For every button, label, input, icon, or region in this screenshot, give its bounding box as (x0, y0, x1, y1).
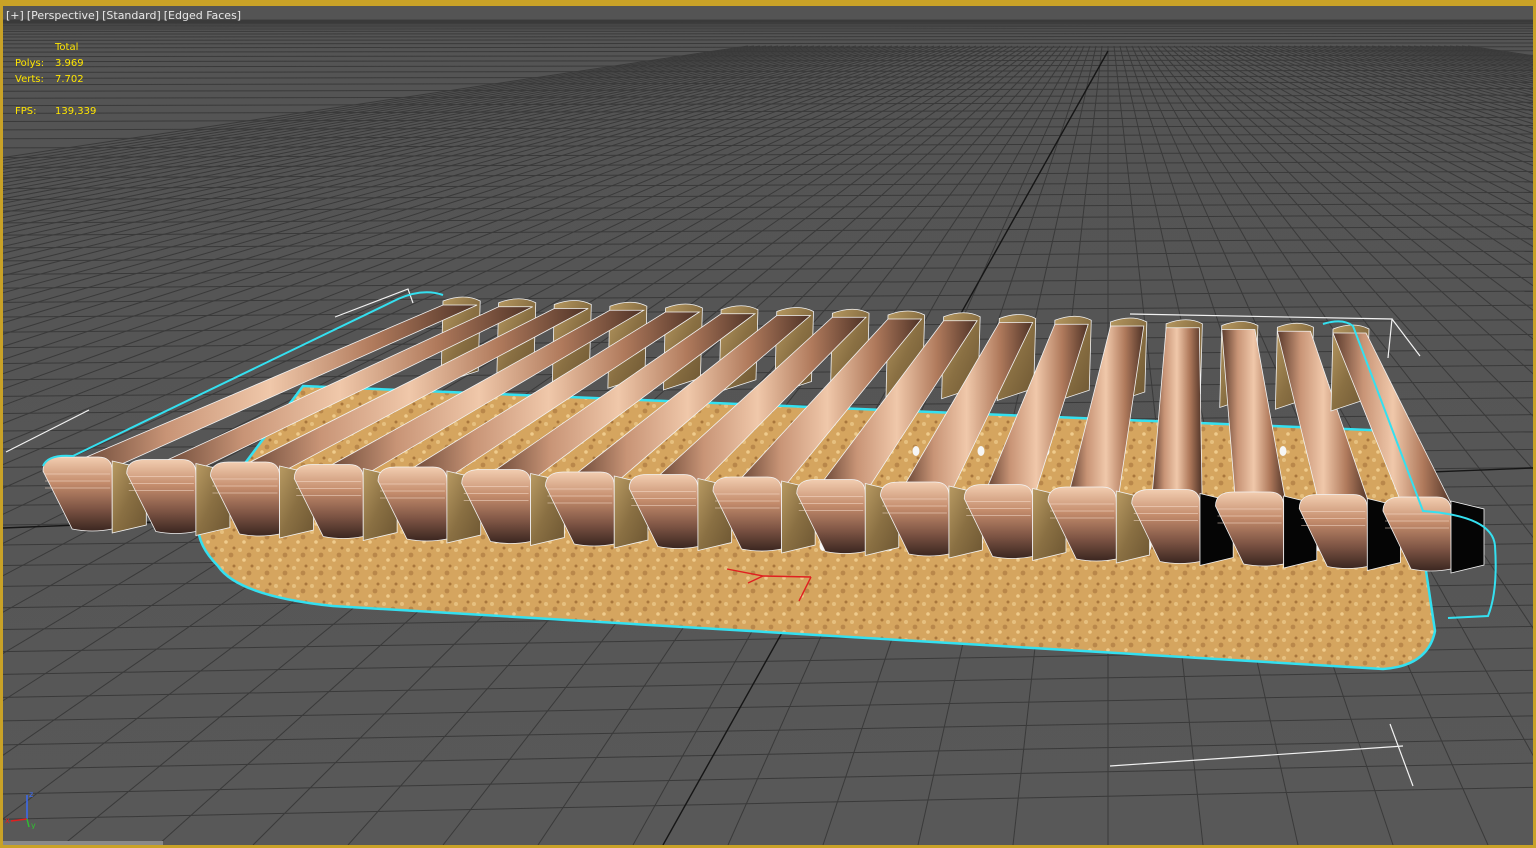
grid-line (1425, 45, 1533, 65)
fps-label: FPS: (15, 106, 37, 117)
polys-value: 3.969 (55, 58, 84, 69)
grid-line (1437, 45, 1533, 63)
grid-line (1467, 45, 1533, 57)
gizmo-z-label: z (29, 790, 33, 799)
viewport-menu-perspective[interactable]: [Perspective] (27, 9, 99, 22)
base-hole (912, 446, 920, 456)
axis-tripod-icon: z x y (5, 790, 36, 829)
verts-label: Verts: (15, 74, 44, 85)
perspective-viewport[interactable]: [+] [Perspective] [Standard] [Edged Faces] … (0, 0, 1536, 848)
grid-line (3, 669, 1533, 698)
viewport-menu-edged-faces[interactable]: [Edged Faces] (164, 9, 241, 22)
grid-line (3, 42, 1533, 45)
grid-line (3, 39, 1533, 41)
gizmo-x-label: x (5, 816, 10, 825)
grid-line (1449, 45, 1533, 60)
grid-line (1431, 45, 1533, 64)
viewport-scene[interactable] (3, 6, 1533, 845)
statistics-overlay: Total Polys: 3.969 Verts: 7.702 FPS: 139,33… (15, 40, 96, 120)
grid-line (1461, 45, 1533, 58)
stats-header: Total (55, 42, 79, 53)
grid-line (3, 109, 1533, 114)
polys-label: Polys: (15, 58, 45, 69)
viewport-menu-shading[interactable]: [Standard] (102, 9, 161, 22)
grid-line (3, 250, 1533, 262)
verts-value: 7.702 (55, 74, 84, 85)
grid-line (3, 715, 1533, 746)
viewport-label[interactable]: [+] [Perspective] [Standard] [Edged Faces] (6, 9, 244, 22)
fps-value: 139,339 (55, 106, 97, 117)
viewport-menu-plus[interactable]: [+] (6, 9, 24, 22)
grid-line (3, 33, 1533, 35)
grid-line (3, 35, 1533, 38)
base-hole (977, 446, 985, 456)
gizmo-y-label: y (31, 821, 36, 829)
grid-line (3, 226, 1533, 236)
base-hole (1279, 446, 1287, 456)
viewport-scrollbar[interactable] (3, 841, 163, 845)
grid-line (3, 786, 1533, 820)
slat-front-block (1450, 500, 1485, 574)
grid-line (3, 214, 1533, 224)
slat-front-roll (42, 456, 113, 532)
